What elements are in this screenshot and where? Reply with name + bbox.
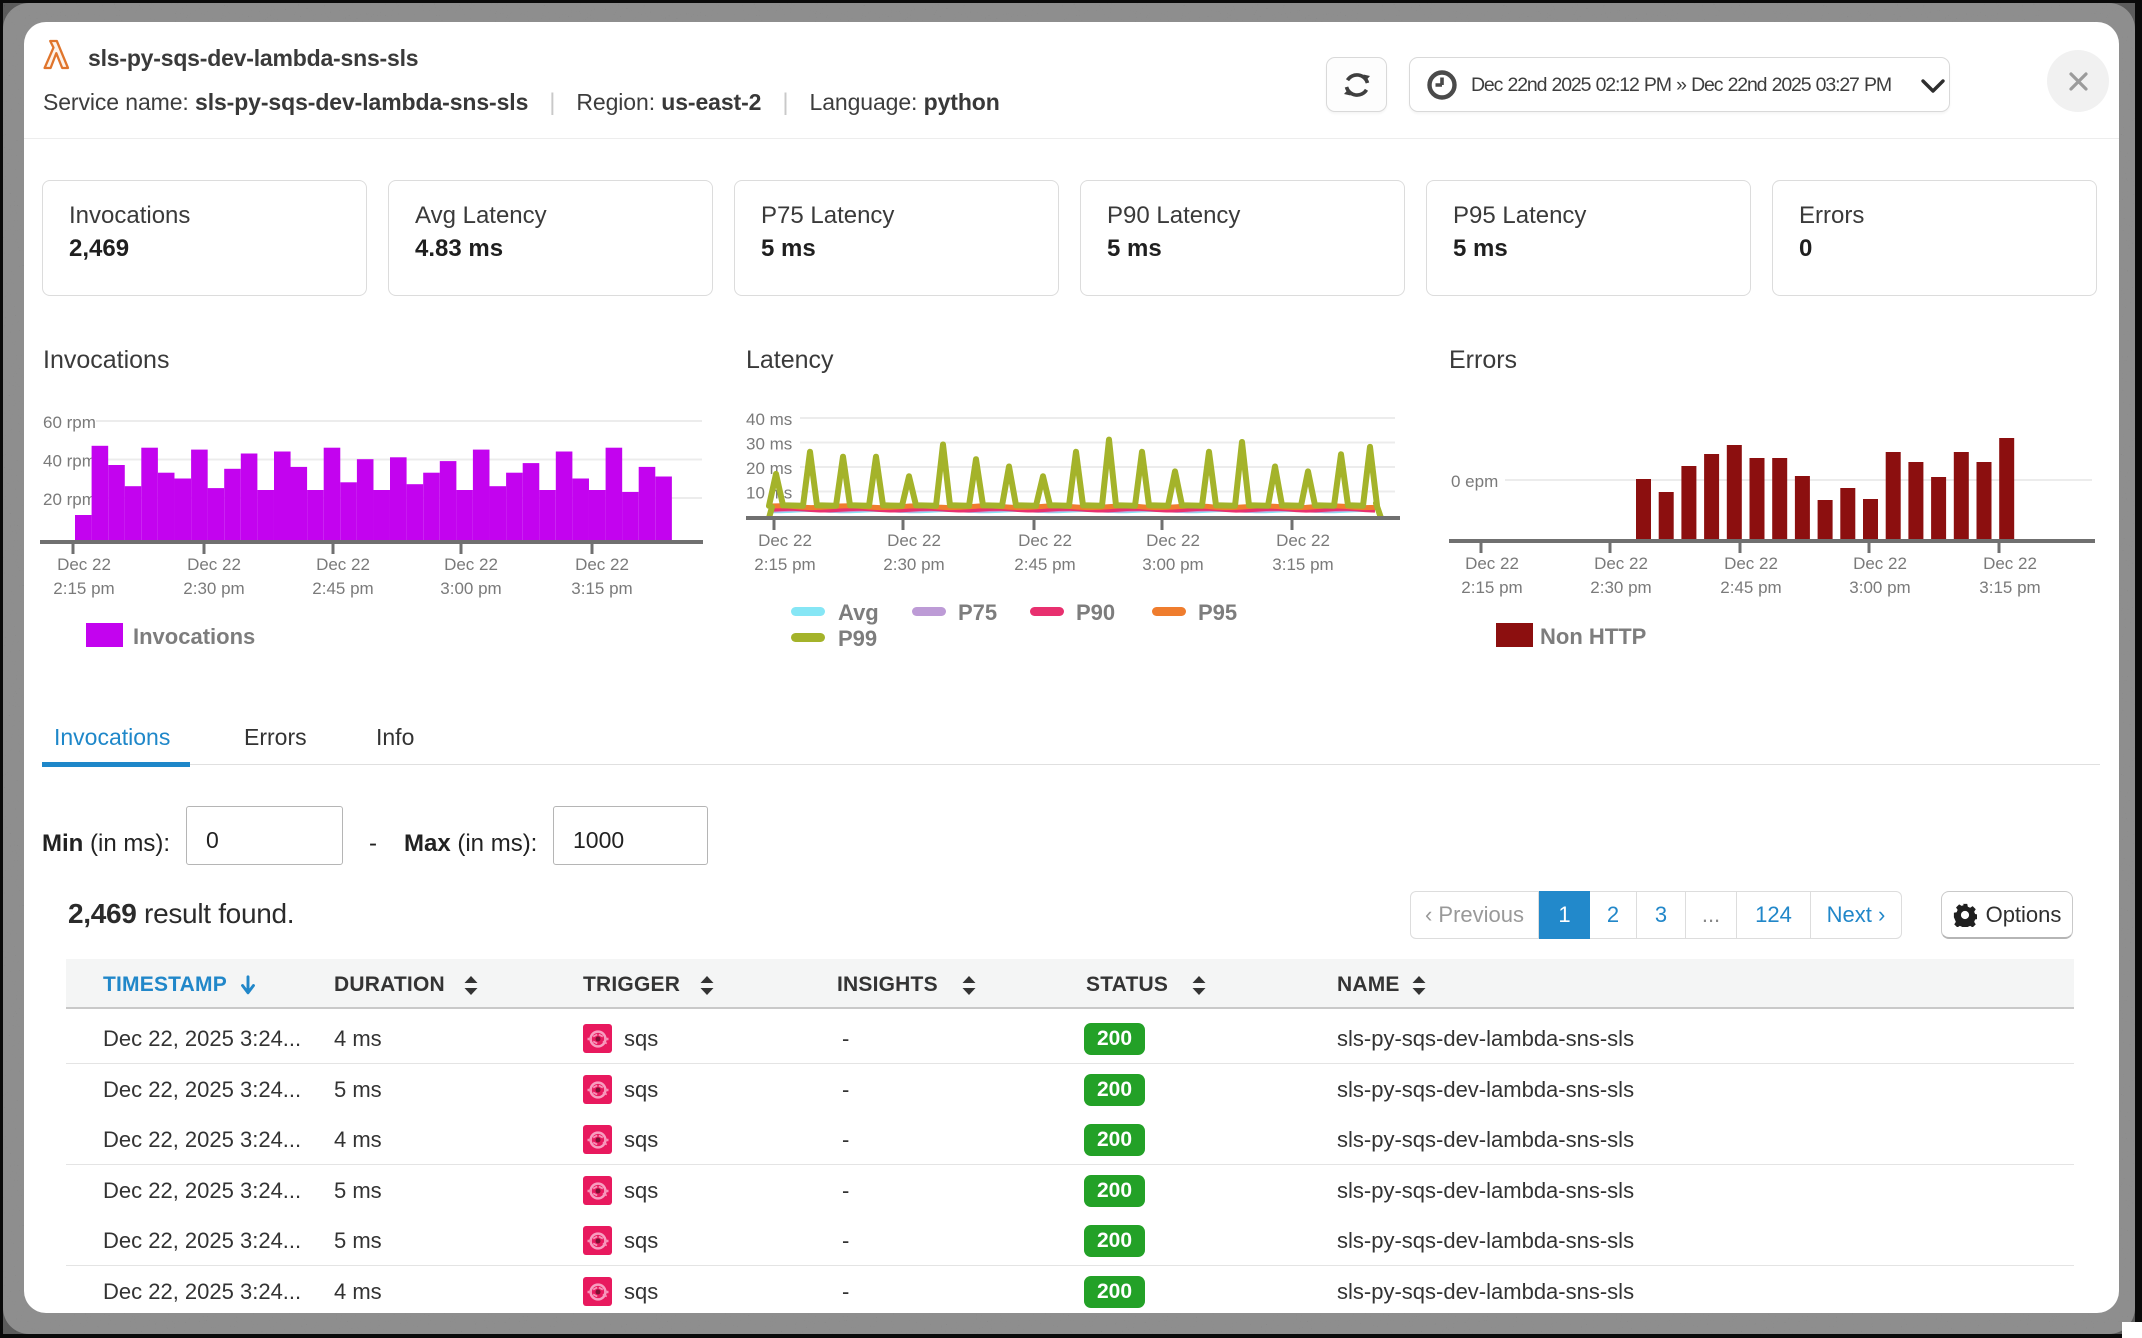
svg-text:Dec 22: Dec 22: [1146, 531, 1200, 550]
svg-text:P90: P90: [1076, 600, 1115, 625]
svg-text:Dec 22: Dec 22: [1983, 554, 2037, 573]
svg-text:3:15 pm: 3:15 pm: [1979, 578, 2040, 597]
svg-text:3:00 pm: 3:00 pm: [1849, 578, 1910, 597]
svg-text:Non HTTP: Non HTTP: [1540, 624, 1646, 649]
svg-text:60 rpm: 60 rpm: [43, 413, 96, 432]
svg-text:P99: P99: [838, 626, 877, 651]
svg-text:Dec 22: Dec 22: [1853, 554, 1907, 573]
svg-text:2:30 pm: 2:30 pm: [183, 579, 244, 598]
svg-text:Dec 22: Dec 22: [1465, 554, 1519, 573]
svg-text:20 rpm: 20 rpm: [43, 490, 96, 509]
svg-text:2:45 pm: 2:45 pm: [312, 579, 373, 598]
svg-text:2:45 pm: 2:45 pm: [1014, 555, 1075, 574]
svg-text:P95: P95: [1198, 600, 1237, 625]
svg-text:Dec 22: Dec 22: [1276, 531, 1330, 550]
svg-text:Dec 22: Dec 22: [1018, 531, 1072, 550]
svg-text:Dec 22: Dec 22: [1594, 554, 1648, 573]
svg-text:40 ms: 40 ms: [746, 410, 792, 429]
svg-text:40 rpm: 40 rpm: [43, 452, 96, 471]
svg-text:Dec 22: Dec 22: [758, 531, 812, 550]
svg-text:30 ms: 30 ms: [746, 435, 792, 454]
svg-text:Dec 22: Dec 22: [1724, 554, 1778, 573]
svg-text:Dec 22: Dec 22: [887, 531, 941, 550]
svg-text:3:00 pm: 3:00 pm: [1142, 555, 1203, 574]
svg-text:Dec 22: Dec 22: [444, 555, 498, 574]
svg-text:P75: P75: [958, 600, 997, 625]
svg-text:3:15 pm: 3:15 pm: [571, 579, 632, 598]
svg-text:2:45 pm: 2:45 pm: [1720, 578, 1781, 597]
svg-text:2:30 pm: 2:30 pm: [1590, 578, 1651, 597]
svg-text:3:15 pm: 3:15 pm: [1272, 555, 1333, 574]
svg-text:Dec 22: Dec 22: [316, 555, 370, 574]
svg-text:Avg: Avg: [838, 600, 879, 625]
svg-text:2:15 pm: 2:15 pm: [754, 555, 815, 574]
svg-text:Dec 22: Dec 22: [575, 555, 629, 574]
svg-text:Invocations: Invocations: [133, 624, 255, 649]
svg-text:2:15 pm: 2:15 pm: [53, 579, 114, 598]
svg-text:3:00 pm: 3:00 pm: [440, 579, 501, 598]
svg-text:20 ms: 20 ms: [746, 459, 792, 478]
svg-text:Dec 22: Dec 22: [57, 555, 111, 574]
svg-text:Dec 22: Dec 22: [187, 555, 241, 574]
svg-text:2:30 pm: 2:30 pm: [883, 555, 944, 574]
svg-text:2:15 pm: 2:15 pm: [1461, 578, 1522, 597]
svg-text:0 epm: 0 epm: [1451, 472, 1498, 491]
